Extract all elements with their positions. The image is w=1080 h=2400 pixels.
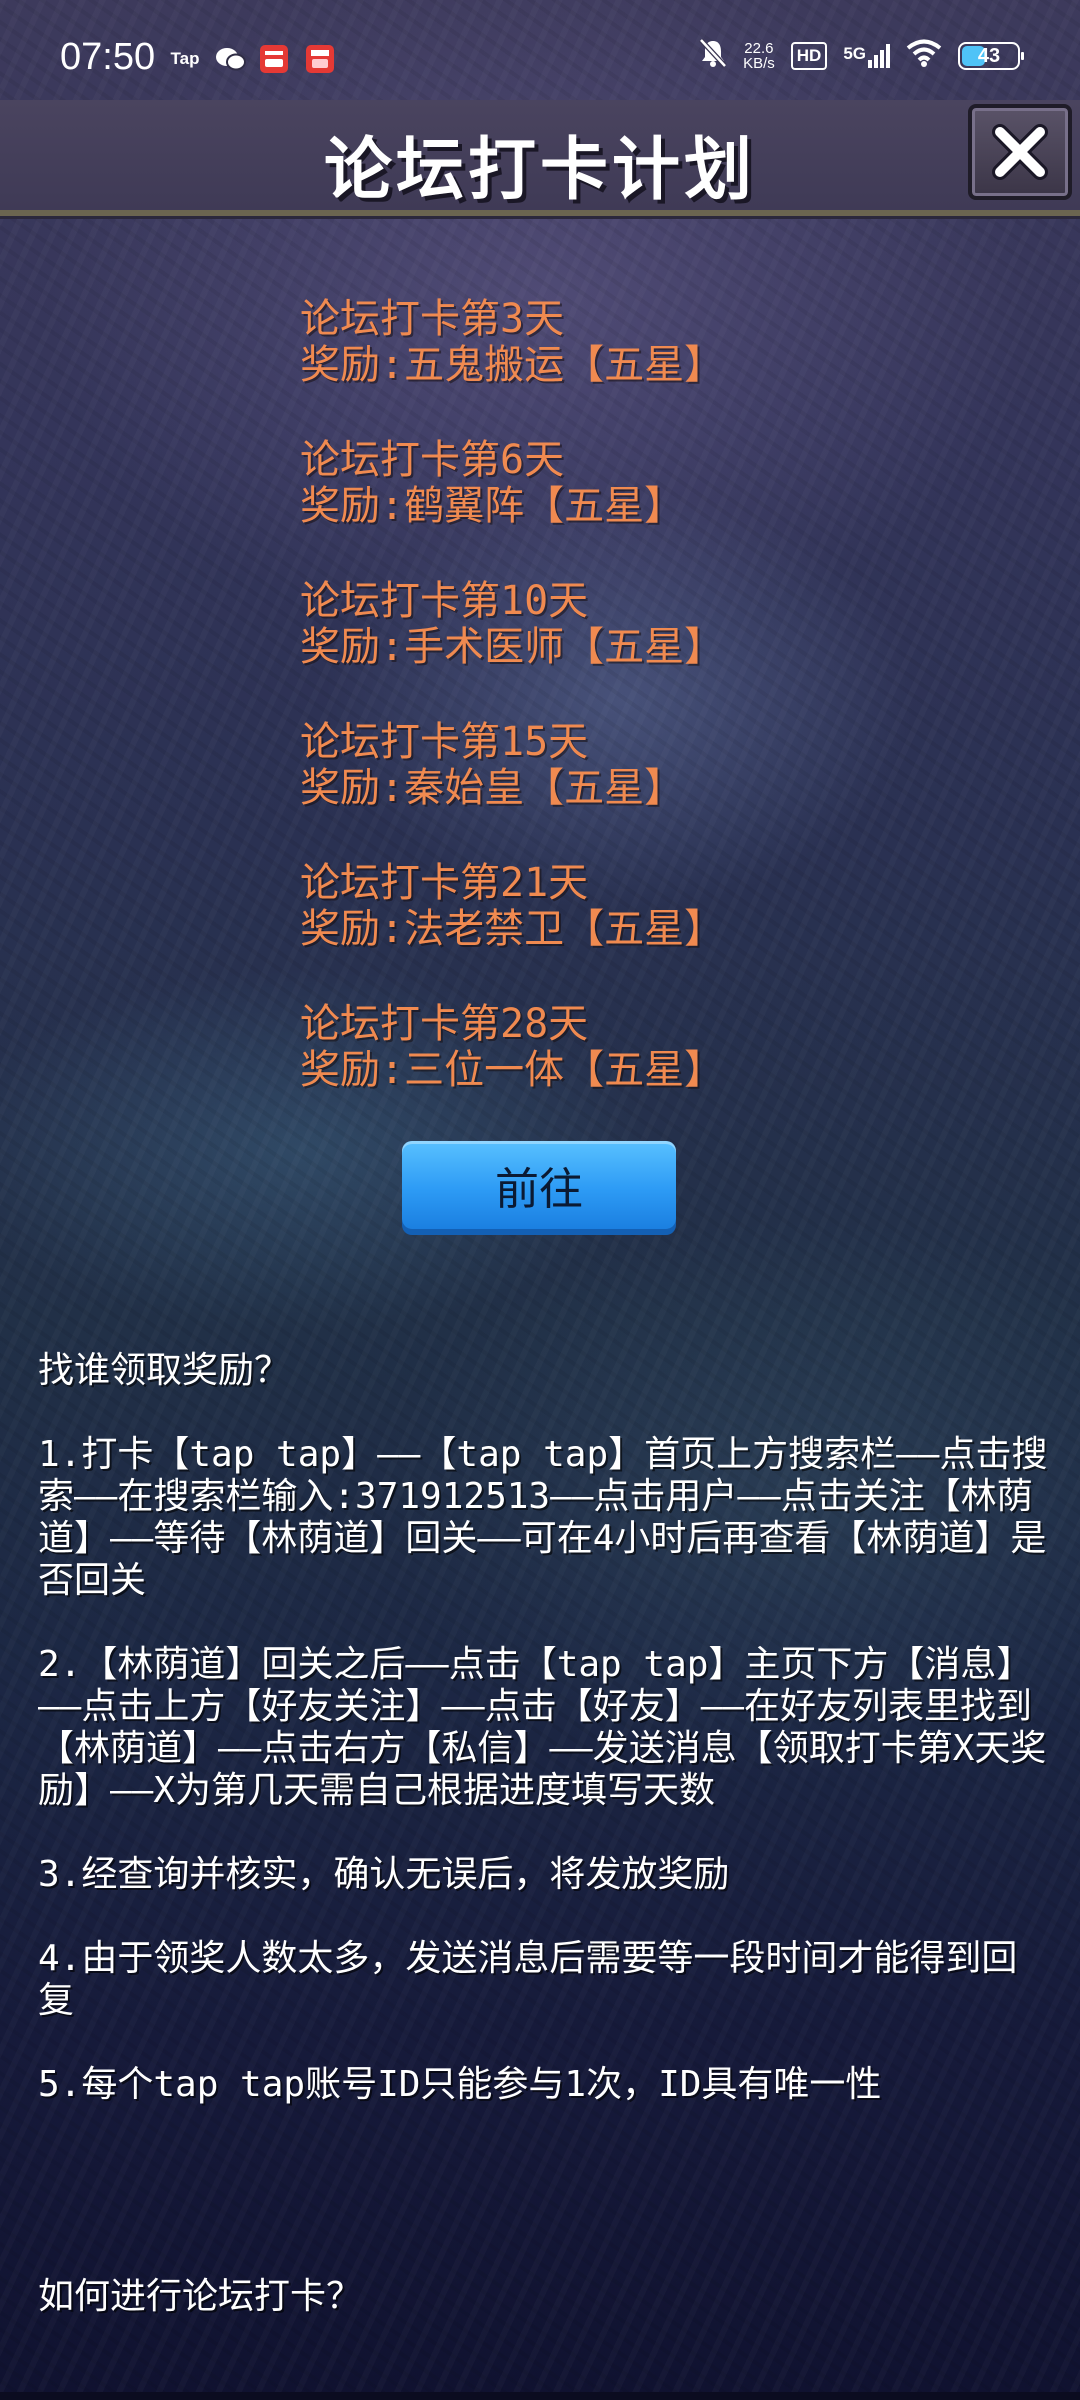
cellular-signal-icon: 5G bbox=[843, 44, 890, 68]
tap-app-icon: Tap bbox=[170, 49, 200, 68]
instruction-step-4: 4.由于领奖人数太多，发送消息后需要等一段时间才能得到回复 bbox=[38, 1938, 1018, 2021]
reward-item-day-6: 论坛打卡第6天 奖励:鹤翼阵【五星】 bbox=[300, 437, 1000, 529]
reward-day: 论坛打卡第3天 bbox=[300, 296, 565, 342]
reward-day: 论坛打卡第28天 bbox=[300, 1001, 589, 1047]
status-time: 07:50 bbox=[60, 36, 156, 78]
go-button-label: 前往 bbox=[495, 1164, 583, 1215]
reward-day: 论坛打卡第21天 bbox=[300, 860, 589, 906]
instruction-step-1: 1.打卡【tap tap】——【tap tap】首页上方搜索栏——点击搜索——在… bbox=[38, 1434, 1048, 1601]
reward-day: 论坛打卡第6天 bbox=[300, 437, 565, 483]
mute-icon bbox=[699, 38, 727, 74]
close-icon bbox=[992, 124, 1048, 180]
instruction-step-2: 2.【林荫道】回关之后——点击【tap tap】主页下方【消息】——点击上方【好… bbox=[38, 1644, 1047, 1811]
status-indicators: 22.6 KB/s HD 5G 43 bbox=[699, 38, 1024, 74]
reward-day: 论坛打卡第15天 bbox=[300, 719, 589, 765]
reward-item-day-28: 论坛打卡第28天 奖励:三位一体【五星】 bbox=[300, 1001, 1000, 1093]
instructions-section: 找谁领取奖励？ 1.打卡【tap tap】——【tap tap】首页上方搜索栏—… bbox=[38, 1350, 1048, 2148]
reward-item-day-3: 论坛打卡第3天 奖励:五鬼搬运【五星】 bbox=[300, 296, 1000, 388]
hd-badge: HD bbox=[790, 42, 828, 70]
reward-item-day-10: 论坛打卡第10天 奖励:手术医师【五星】 bbox=[300, 578, 1000, 670]
header-bar: 论坛打卡计划 bbox=[0, 100, 1080, 216]
reward-name: 奖励:五鬼搬运【五星】 bbox=[300, 342, 725, 388]
reward-day: 论坛打卡第10天 bbox=[300, 578, 589, 624]
go-button[interactable]: 前往 bbox=[402, 1141, 676, 1229]
bottom-edge bbox=[0, 2392, 1080, 2400]
instruction-step-3: 3.经查询并核实，确认无误后，将发放奖励 bbox=[38, 1854, 730, 1895]
app-screen: 07:50 Tap 22.6 KB/s HD 5G 43 论坛打卡计划 论坛打卡… bbox=[0, 0, 1080, 2400]
reward-list: 论坛打卡第3天 奖励:五鬼搬运【五星】 论坛打卡第6天 奖励:鹤翼阵【五星】 论… bbox=[300, 296, 1000, 1142]
page-title: 论坛打卡计划 bbox=[323, 131, 756, 210]
battery-icon: 43 bbox=[958, 42, 1024, 70]
reward-item-day-15: 论坛打卡第15天 奖励:秦始皇【五星】 bbox=[300, 719, 1000, 811]
network-speed: 22.6 KB/s bbox=[743, 40, 775, 72]
shopping-app-icon bbox=[304, 45, 336, 73]
reward-name: 奖励:鹤翼阵【五星】 bbox=[300, 483, 685, 529]
reward-name: 奖励:三位一体【五星】 bbox=[300, 1047, 725, 1093]
reward-item-day-21: 论坛打卡第21天 奖励:法老禁卫【五星】 bbox=[300, 860, 1000, 952]
instruction-step-5: 5.每个tap tap账号ID只能参与1次，ID具有唯一性 bbox=[38, 2064, 882, 2105]
close-button[interactable] bbox=[968, 104, 1072, 200]
wechat-icon bbox=[213, 46, 249, 72]
checkin-howto-heading: 如何进行论坛打卡？ bbox=[38, 2276, 363, 2317]
instructions-heading: 找谁领取奖励？ bbox=[38, 1350, 291, 1391]
reward-name: 奖励:法老禁卫【五星】 bbox=[300, 906, 725, 952]
status-bar: 07:50 Tap 22.6 KB/s HD 5G 43 bbox=[0, 0, 1080, 100]
notification-app-icon bbox=[258, 45, 290, 73]
reward-name: 奖励:秦始皇【五星】 bbox=[300, 765, 685, 811]
reward-name: 奖励:手术医师【五星】 bbox=[300, 624, 725, 670]
wifi-icon bbox=[906, 39, 942, 73]
